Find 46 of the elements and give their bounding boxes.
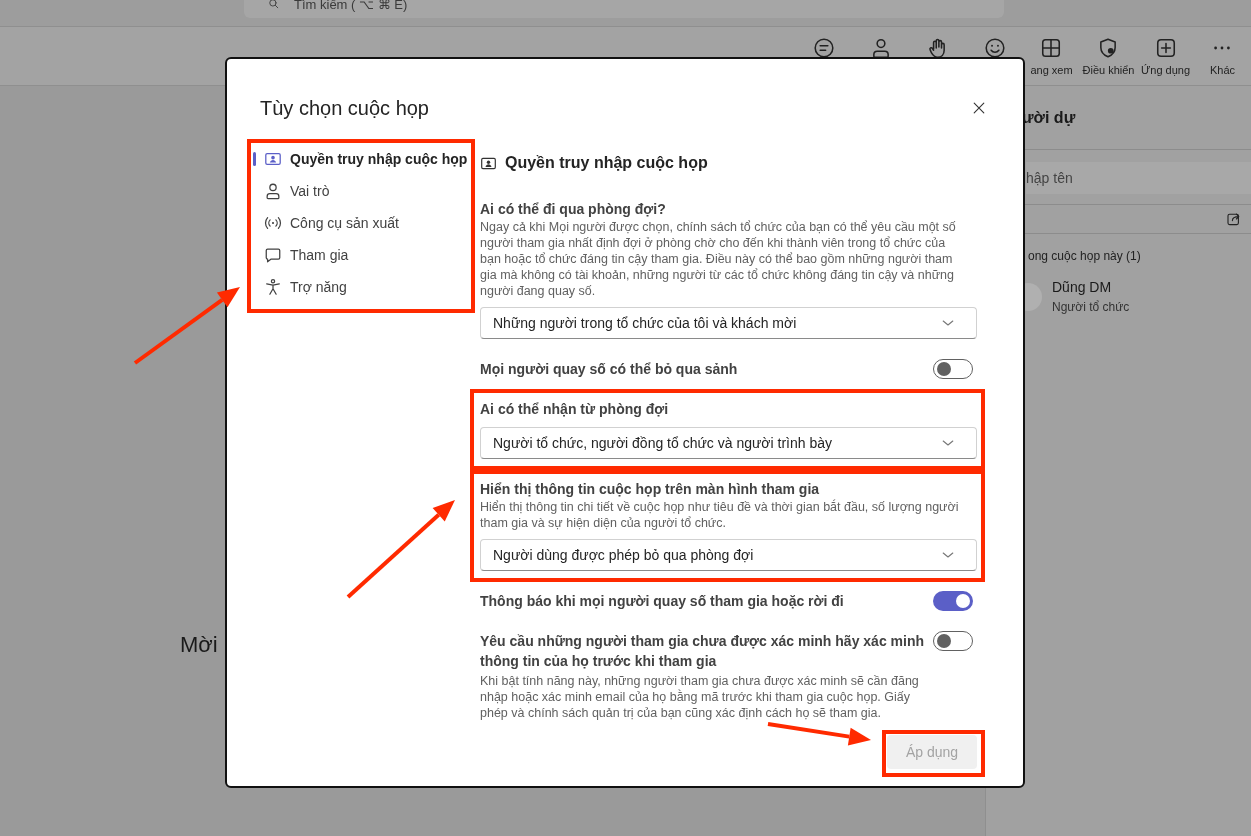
dropdown[interactable]: Những người trong tổ chức của tôi và khách mời <box>480 307 977 339</box>
person-name: Dũng DM <box>1052 278 1113 297</box>
plus-icon <box>1154 37 1177 59</box>
nav-item[interactable]: Vai trò <box>253 175 472 207</box>
setting-description: Hiển thị thông tin chi tiết về cuộc họp như tiêu đề và thời gian bắt đầu, số lượng người tham gia và sự hiện diện của người tổ chức. <box>480 499 960 531</box>
smiley-icon <box>983 37 1006 59</box>
nav-item[interactable]: Quyền truy nhập cuộc họp <box>253 143 472 175</box>
dialog-title: Tùy chọn cuộc họp <box>260 96 429 121</box>
toolbar-button[interactable]: ang xem <box>1030 37 1073 79</box>
setting-description: Khi bật tính năng này, những người tham gia chưa được xác minh sẽ cần đăng nhập hoặc xác minh email của họ bằng mã trước khi tham gia cuộc họp. Giấy phép và chính sách quản trị của bạn cũng xác định cách họ sẽ tham gia. <box>480 673 920 721</box>
nav-item[interactable]: Công cụ sản xuất <box>253 207 472 239</box>
toolbar-button[interactable]: Ứng dụng <box>1140 37 1191 79</box>
more-icon <box>1214 46 1231 50</box>
toolbar-button[interactable] <box>812 37 835 59</box>
toggle-switch[interactable] <box>933 359 973 379</box>
chat-icon <box>812 37 835 59</box>
contact-card-icon <box>264 150 282 168</box>
toggle-switch[interactable] <box>933 631 973 651</box>
toolbar-button[interactable]: Điều khiển <box>1082 37 1135 79</box>
toggle-switch[interactable] <box>933 591 973 611</box>
broadcast-icon <box>264 214 282 232</box>
toolbar-button[interactable] <box>983 37 1006 59</box>
dropdown[interactable]: Người tổ chức, người đồng tổ chức và người trình bày <box>480 427 977 459</box>
speech-bubble-icon <box>264 246 282 264</box>
name-search-field[interactable]: hập tên <box>1026 162 1251 194</box>
dropdown[interactable]: Người dùng được phép bỏ qua phòng đợi <box>480 539 977 571</box>
accessibility-icon <box>264 278 282 296</box>
section-heading: ong cuộc họp này (1) <box>1028 248 1141 265</box>
grid-icon <box>1040 37 1063 59</box>
toolbar-button[interactable]: Khác <box>1209 37 1236 79</box>
person-role: Người tổ chức <box>1052 299 1130 316</box>
share-icon <box>1226 211 1242 227</box>
nav-item[interactable]: Tham gia <box>253 239 472 271</box>
stage-text: Mời <box>180 631 218 659</box>
person-icon <box>264 182 282 200</box>
setting-label: Hiển thị thông tin cuộc họp trên màn hình tham gia <box>480 480 821 499</box>
setting-label: Yêu cầu những người tham gia chưa được xác minh hãy xác minh thông tin của họ trước khi tham gia <box>480 632 925 671</box>
setting-label: Ai có thể đi qua phòng đợi? <box>480 200 667 219</box>
close-icon <box>971 100 987 116</box>
setting-description: Ngay cả khi Mọi người được chọn, chính sách tổ chức của bạn có thể yêu cầu một số người tham gia nhất định đợi ở phòng chờ cho đến khi thành viên trong tổ chức của bạn hoặc tổ chức đáng tin cậy tham gia. Điều này có thể bao gồm những người tham gia mà không có tài khoản, những người từ các tổ chức không đáng tin cậy và những người đang quay số. <box>480 219 957 299</box>
search-field[interactable]: Tìm kiếm ( ⌥ ⌘ E) <box>244 0 1004 18</box>
setting-label: Thông báo khi mọi người quay số tham gia hoặc rời đi <box>480 592 845 611</box>
setting-label: Mọi người quay số có thể bỏ qua sảnh <box>480 360 739 379</box>
setting-label: Ai có thể nhận từ phòng đợi <box>480 400 670 419</box>
section-title: Quyền truy nhập cuộc họp <box>505 153 708 173</box>
nav-item[interactable]: Trợ năng <box>253 271 472 303</box>
